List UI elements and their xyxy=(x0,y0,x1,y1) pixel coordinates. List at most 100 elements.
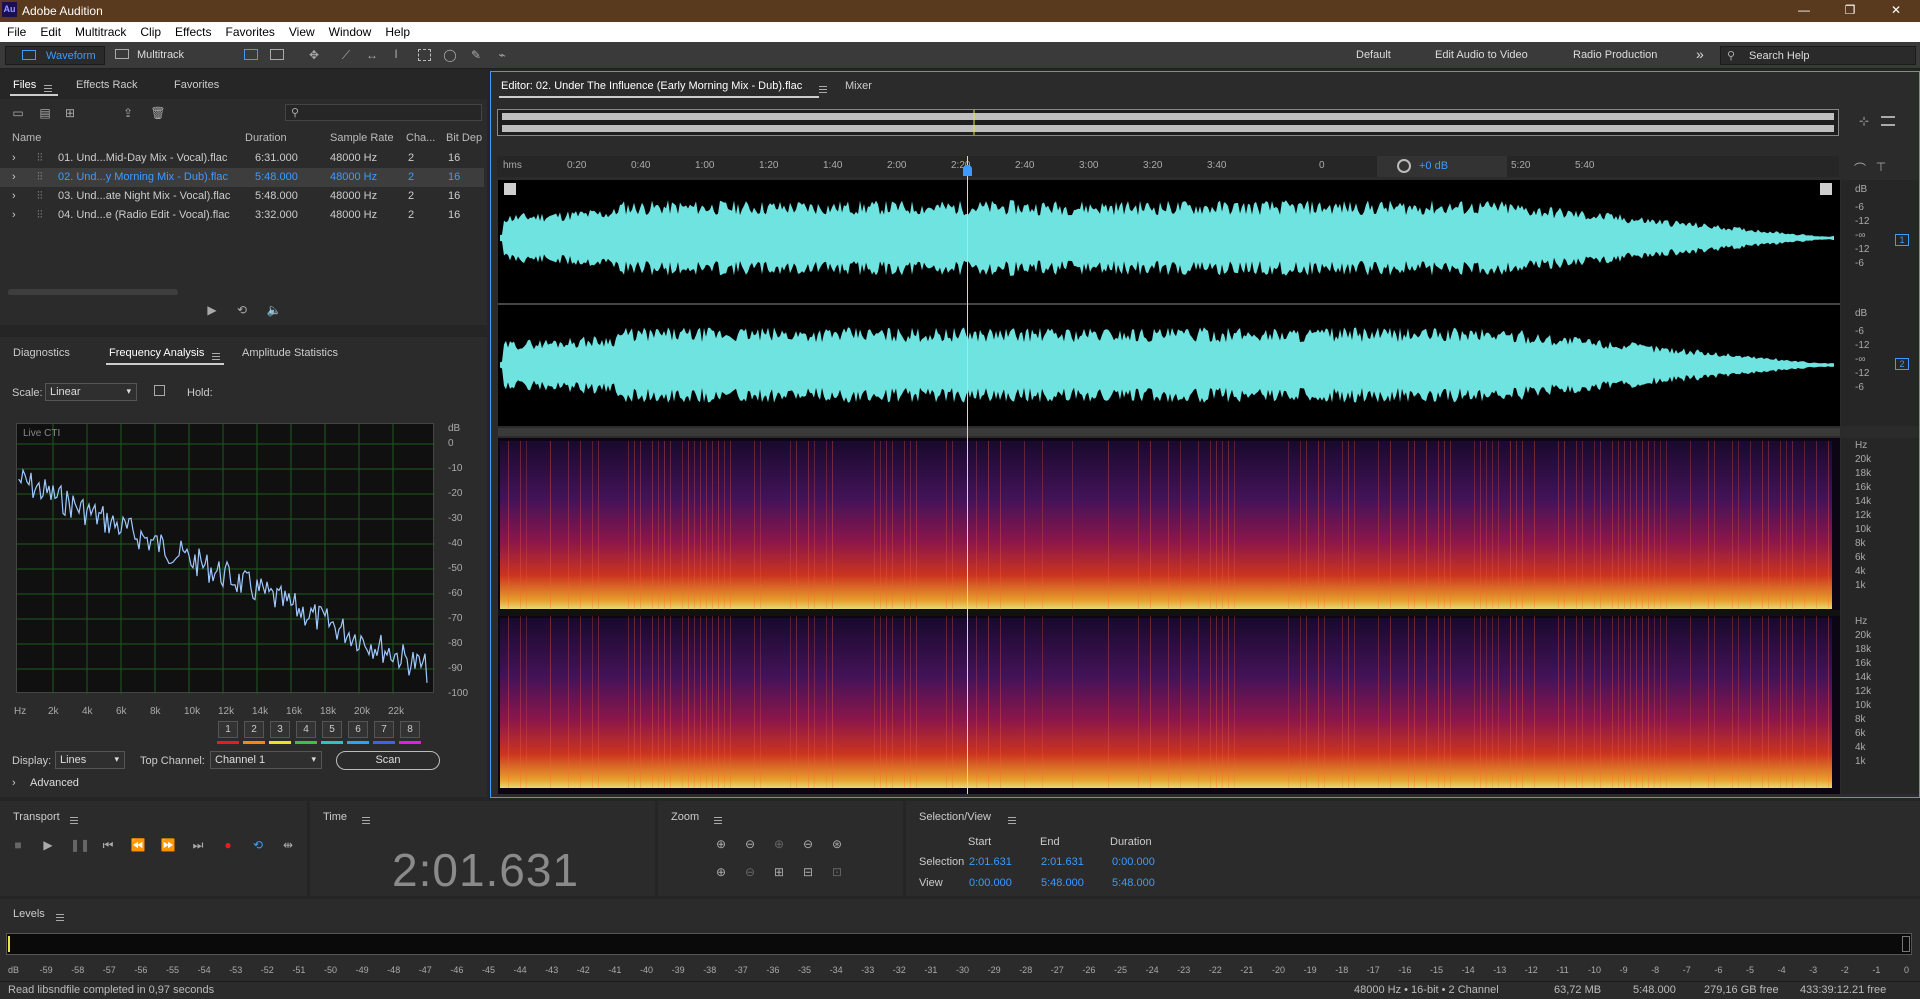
display-select[interactable]: Lines ▾ xyxy=(55,751,125,769)
time-ruler[interactable]: hms 0:20 0:40 1:00 1:20 1:40 2:00 2:20 2:40 3:00 3… xyxy=(497,156,1839,177)
skip-to-start-button[interactable]: ⏮ xyxy=(100,838,116,852)
tab-mixer[interactable]: Mixer xyxy=(845,80,872,92)
menu-multitrack[interactable]: Multitrack xyxy=(68,22,133,39)
selection-duration[interactable]: 0:00.000 xyxy=(1112,856,1155,868)
zoom-menu-icon[interactable] xyxy=(714,816,722,824)
insert-into-multitrack-icon[interactable]: ⇪ xyxy=(120,106,136,120)
transport-menu-icon[interactable] xyxy=(70,816,78,824)
pause-button[interactable]: ❚❚ xyxy=(70,838,90,852)
hold-button-1[interactable]: 1 xyxy=(218,721,238,738)
zoom-fit-icon[interactable]: ⊡ xyxy=(829,865,845,879)
tab-favorites[interactable]: Favorites xyxy=(174,79,219,91)
autoplay-volume-icon[interactable]: 🔈 xyxy=(266,303,282,317)
volume-knob-icon[interactable] xyxy=(1397,159,1411,173)
loop-playback-button[interactable]: ⟲ xyxy=(250,838,266,852)
hold-button-6[interactable]: 6 xyxy=(348,721,368,738)
spectral-pitch-display-icon[interactable] xyxy=(270,49,284,60)
scale-select[interactable]: Linear ▾ xyxy=(45,383,137,401)
marker-pin-icon[interactable]: ⊤ xyxy=(1873,160,1889,174)
editor-tab-title[interactable]: Editor: 02. Under The Influence (Early M… xyxy=(501,80,802,92)
menu-view[interactable]: View xyxy=(282,22,322,39)
spot-healing-tool-icon[interactable]: ⌁ xyxy=(494,48,510,62)
menu-clip[interactable]: Clip xyxy=(133,22,168,39)
zoom-in-amplitude-icon[interactable]: ⊕ xyxy=(713,837,729,851)
view-end[interactable]: 5:48.000 xyxy=(1041,877,1084,889)
time-menu-icon[interactable] xyxy=(362,816,370,824)
column-bit-depth[interactable]: Bit Dep xyxy=(446,132,482,144)
menu-window[interactable]: Window xyxy=(322,22,379,39)
hold-button-3[interactable]: 3 xyxy=(270,721,290,738)
view-start[interactable]: 0:00.000 xyxy=(969,877,1012,889)
table-row-selected[interactable]: › ⫶⫶ 02. Und...y Morning Mix - Dub).flac … xyxy=(0,168,484,187)
column-sample-rate[interactable]: Sample Rate xyxy=(330,132,394,144)
play-button[interactable]: ▶ xyxy=(40,838,56,852)
razor-tool-icon[interactable]: ⟋ xyxy=(338,48,354,62)
hud-gain-control[interactable]: +0 dB xyxy=(1377,156,1507,177)
hold-button-4[interactable]: 4 xyxy=(296,721,316,738)
spectrogram-display[interactable] xyxy=(498,438,1840,794)
record-button[interactable]: ● xyxy=(220,838,236,852)
column-duration[interactable]: Duration xyxy=(245,132,287,144)
menu-file[interactable]: File xyxy=(0,22,33,39)
skip-to-end-button[interactable]: ⏭ xyxy=(190,838,206,852)
hold-button-5[interactable]: 5 xyxy=(322,721,342,738)
hold-button-8[interactable]: 8 xyxy=(400,721,420,738)
channel-mute-icon[interactable] xyxy=(1820,183,1832,195)
channel-badge-2[interactable]: 2 xyxy=(1895,358,1909,370)
maximize-icon[interactable]: ❐ xyxy=(1840,3,1860,19)
stop-button[interactable]: ■ xyxy=(10,838,26,852)
tab-files[interactable]: Files xyxy=(13,79,36,91)
workspace-default[interactable]: Default xyxy=(1356,49,1391,61)
zoom-in-time-icon[interactable]: ⊕ xyxy=(713,865,729,879)
menu-edit[interactable]: Edit xyxy=(33,22,68,39)
waveform-view-button[interactable]: Waveform xyxy=(5,46,105,65)
zoom-out-amplitude-icon[interactable]: ⊖ xyxy=(742,837,758,851)
delete-file-icon[interactable]: 🗑 xyxy=(150,106,166,120)
menu-help[interactable]: Help xyxy=(378,22,417,39)
headphones-icon[interactable]: ⌒ xyxy=(1852,160,1868,176)
lasso-tool-icon[interactable]: ◯ xyxy=(442,48,458,62)
overview-navigator[interactable] xyxy=(497,109,1839,136)
open-file-icon[interactable]: ▭ xyxy=(10,106,26,120)
channel-lock-icon[interactable] xyxy=(504,183,516,195)
selection-start[interactable]: 2:01.631 xyxy=(969,856,1012,868)
waveform-display[interactable] xyxy=(498,180,1840,426)
marquee-tool-icon[interactable] xyxy=(418,49,431,61)
view-duration[interactable]: 5:48.000 xyxy=(1112,877,1155,889)
zoom-out-full-icon[interactable]: ⊖ xyxy=(800,837,816,851)
minimize-icon[interactable]: — xyxy=(1794,3,1814,19)
channel-badge-1[interactable]: 1 xyxy=(1895,234,1909,246)
panel-options-icon[interactable] xyxy=(1881,116,1895,126)
workspace-radio-production[interactable]: Radio Production xyxy=(1573,49,1657,61)
tab-amplitude-statistics[interactable]: Amplitude Statistics xyxy=(242,347,338,359)
brush-tool-icon[interactable]: ✎ xyxy=(468,48,484,62)
scan-button[interactable]: Scan xyxy=(336,751,440,770)
tab-diagnostics[interactable]: Diagnostics xyxy=(13,347,70,359)
zoom-to-selection-icon[interactable]: ⊹ xyxy=(1856,114,1872,128)
play-preview-icon[interactable]: ▶ xyxy=(204,303,220,317)
hold-button-7[interactable]: 7 xyxy=(374,721,394,738)
levels-menu-icon[interactable] xyxy=(56,913,64,921)
playhead-handle[interactable] xyxy=(963,165,972,176)
search-help-field[interactable]: ⚲ Search Help xyxy=(1720,46,1916,65)
files-search-input[interactable]: ⚲ xyxy=(285,104,482,121)
selection-menu-icon[interactable] xyxy=(1008,816,1016,824)
frequency-panel-menu-icon[interactable] xyxy=(212,352,220,360)
more-workspaces-icon[interactable]: » xyxy=(1696,46,1704,62)
zoom-selection-icon[interactable]: ⊞ xyxy=(771,865,787,879)
advanced-toggle[interactable]: Advanced xyxy=(30,777,79,789)
slip-tool-icon[interactable]: ↔ xyxy=(364,48,380,62)
zoom-out-time-icon[interactable]: ⊖ xyxy=(742,865,758,879)
table-row[interactable]: › ⫶⫶ 03. Und...ate Night Mix - Vocal).fla… xyxy=(0,187,484,206)
column-name[interactable]: Name xyxy=(12,132,41,144)
move-tool-icon[interactable]: ✥ xyxy=(306,48,322,62)
menu-effects[interactable]: Effects xyxy=(168,22,218,39)
lock-display-icon[interactable] xyxy=(154,385,165,396)
spectral-divider-handle[interactable] xyxy=(498,428,1840,436)
table-row[interactable]: › ⫶⫶ 01. Und...Mid-Day Mix - Vocal).flac … xyxy=(0,149,484,168)
top-channel-select[interactable]: Channel 1 ▾ xyxy=(210,751,322,769)
import-file-icon[interactable]: ▤ xyxy=(37,106,53,120)
zoom-reset-icon[interactable]: ⊛ xyxy=(829,837,845,851)
zoom-out-selection-icon[interactable]: ⊟ xyxy=(800,865,816,879)
time-selection-tool-icon[interactable]: I xyxy=(388,47,404,61)
